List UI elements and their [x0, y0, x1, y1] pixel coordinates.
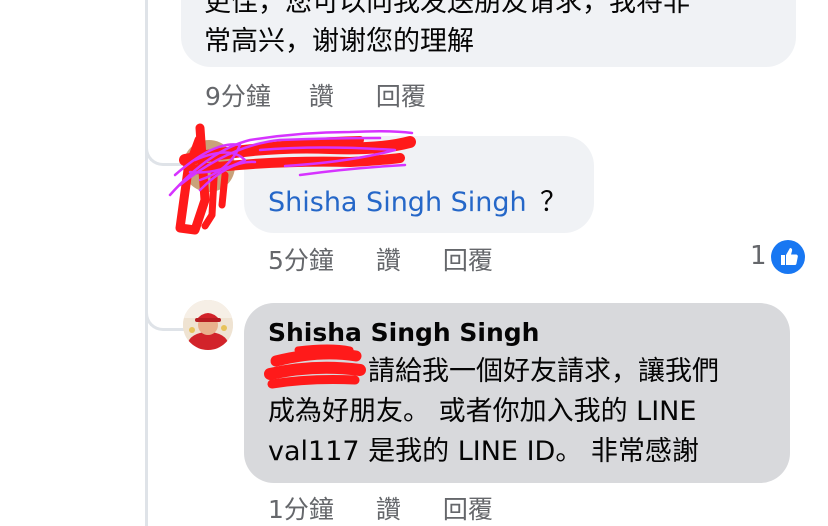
like-button[interactable]: 讚	[309, 77, 334, 113]
thread-line	[145, 0, 148, 526]
thread-branch	[145, 290, 188, 331]
comment-thread: 更佳，您可以向我发送朋友请求，我将非 常高兴，谢谢您的理解 9分鐘 讚 回覆 S…	[0, 0, 828, 526]
avatar-image	[183, 300, 233, 350]
comment-meta: 9分鐘 讚 回覆	[205, 77, 426, 113]
comment-time[interactable]: 9分鐘	[205, 77, 271, 113]
thumbs-up-glyph	[781, 248, 798, 265]
thumbs-up-icon[interactable]	[771, 240, 805, 274]
thread-branch	[145, 115, 188, 166]
comment-meta: 1分鐘 讚 回覆	[268, 490, 493, 526]
avatar[interactable]	[183, 140, 235, 192]
reply-button[interactable]: 回覆	[376, 77, 426, 113]
avatar[interactable]	[183, 300, 233, 350]
like-button[interactable]: 讚	[376, 241, 401, 277]
comment-text-line: 成為好朋友。 或者你加入我的 LINE	[268, 396, 697, 427]
comment-text-line: 請給我一個好友請求，讓我們	[368, 356, 719, 387]
reaction-count[interactable]: 1	[750, 241, 767, 271]
comment-meta: 5分鐘 讚 回覆	[268, 241, 493, 277]
comment-text-line: val117 是我的 LINE ID。 非常感謝	[268, 436, 699, 467]
mention-link[interactable]: Shisha Singh Singh	[268, 184, 527, 222]
comment-time[interactable]: 1分鐘	[268, 490, 334, 526]
comment-text-line: 常高兴，谢谢您的理解	[204, 26, 474, 57]
comment-time[interactable]: 5分鐘	[268, 241, 334, 277]
comment-author[interactable]: Shisha Singh Singh	[268, 314, 539, 352]
reply-button[interactable]: 回覆	[443, 490, 493, 526]
comment-text: ？	[540, 187, 567, 218]
like-button[interactable]: 讚	[376, 490, 401, 526]
comment-text-line: 更佳，您可以向我发送朋友请求，我将非	[204, 0, 690, 18]
reply-button[interactable]: 回覆	[443, 241, 493, 277]
